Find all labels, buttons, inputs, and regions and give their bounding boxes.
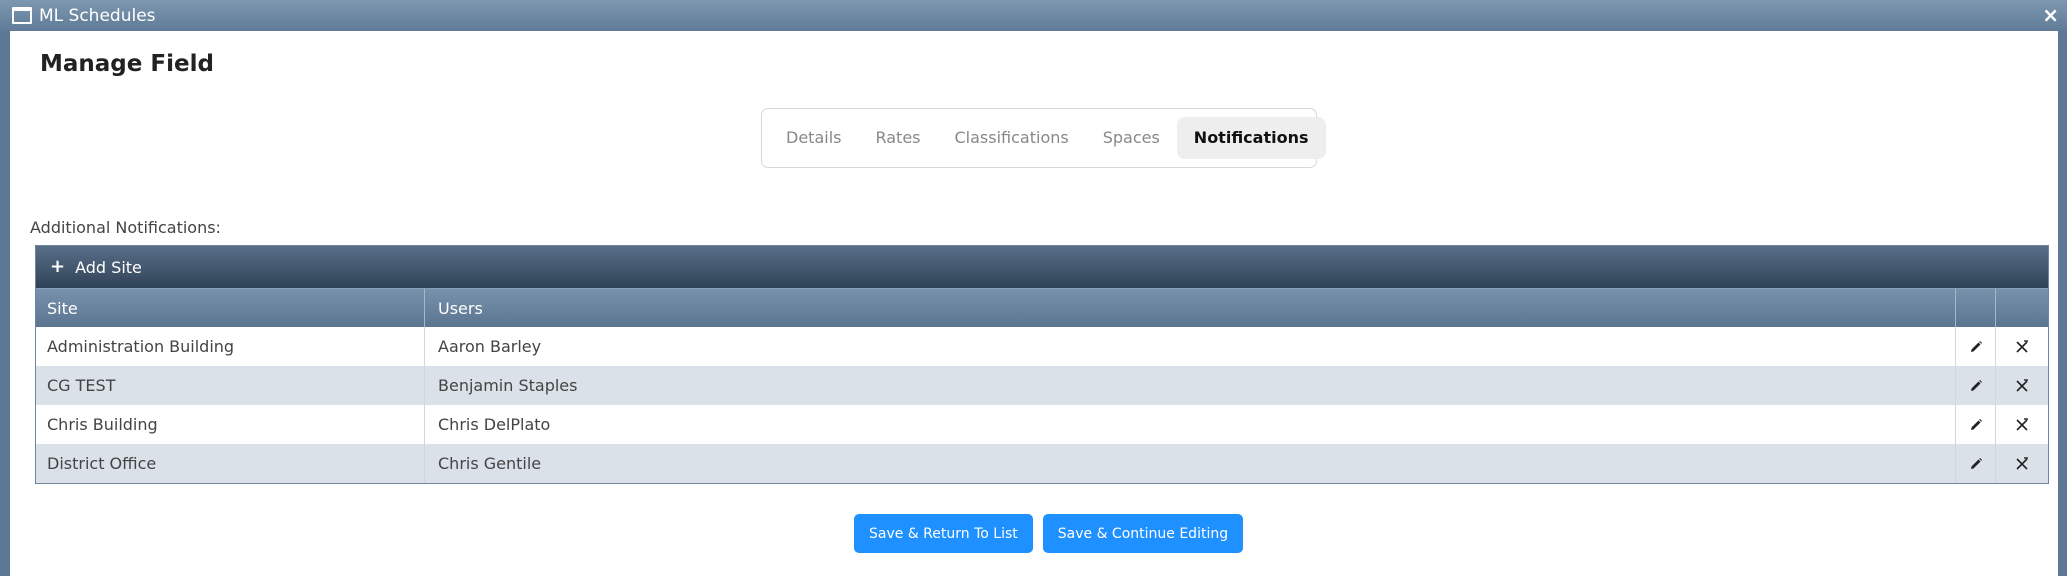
tab-rates[interactable]: Rates <box>858 117 937 159</box>
site-cell: CG TEST <box>36 366 425 405</box>
window-titlebar: ML Schedules × <box>0 0 2067 31</box>
tab-notifications[interactable]: Notifications <box>1176 117 1326 159</box>
users-cell: Benjamin Staples <box>425 366 1956 405</box>
users-cell: Chris DelPlato <box>425 405 1956 444</box>
section-label: Additional Notifications: <box>30 218 221 237</box>
tab-spaces[interactable]: Spaces <box>1086 117 1177 159</box>
tab-bar: Details Rates Classifications Spaces Not… <box>761 108 1326 168</box>
column-header-edit <box>1956 289 1996 327</box>
grid-header: Site Users <box>36 288 2048 327</box>
plus-icon: + <box>50 256 66 277</box>
add-site-button[interactable]: + Add Site <box>50 258 142 277</box>
users-cell: Aaron Barley <box>425 327 1956 366</box>
table-row[interactable]: Chris Building Chris DelPlato <box>36 405 2048 444</box>
tab-classifications[interactable]: Classifications <box>938 117 1086 159</box>
pencil-icon[interactable] <box>1966 376 1986 396</box>
action-buttons: Save & Return To List Save & Continue Ed… <box>854 514 1244 553</box>
table-row[interactable]: Administration Building Aaron Barley <box>36 327 2048 366</box>
column-header-delete <box>1996 289 2048 327</box>
site-cell: District Office <box>36 444 425 483</box>
users-cell: Chris Gentile <box>425 444 1956 483</box>
close-icon[interactable]: × <box>2042 3 2059 27</box>
site-cell: Chris Building <box>36 405 425 444</box>
table-row[interactable]: CG TEST Benjamin Staples <box>36 366 2048 405</box>
delete-icon[interactable] <box>2012 376 2032 396</box>
pencil-icon[interactable] <box>1966 454 1986 474</box>
save-return-button[interactable]: Save & Return To List <box>854 514 1033 553</box>
notifications-grid: + Add Site Site Users Administration Bui… <box>35 245 2049 484</box>
delete-icon[interactable] <box>2012 454 2032 474</box>
dialog-body: Manage Field Details Rates Classificatio… <box>10 31 2058 576</box>
delete-icon[interactable] <box>2012 415 2032 435</box>
save-continue-button[interactable]: Save & Continue Editing <box>1042 514 1244 553</box>
window-icon <box>12 7 32 24</box>
tab-details[interactable]: Details <box>769 117 858 159</box>
page-title: Manage Field <box>40 51 214 77</box>
grid-toolbar: + Add Site <box>36 246 2048 288</box>
delete-icon[interactable] <box>2012 337 2032 357</box>
site-cell: Administration Building <box>36 327 425 366</box>
column-header-site[interactable]: Site <box>36 289 425 327</box>
pencil-icon[interactable] <box>1966 415 1986 435</box>
pencil-icon[interactable] <box>1966 337 1986 357</box>
table-row[interactable]: District Office Chris Gentile <box>36 444 2048 483</box>
add-site-label: Add Site <box>75 257 142 277</box>
column-header-users[interactable]: Users <box>425 289 1956 327</box>
window-title: ML Schedules <box>39 5 156 26</box>
